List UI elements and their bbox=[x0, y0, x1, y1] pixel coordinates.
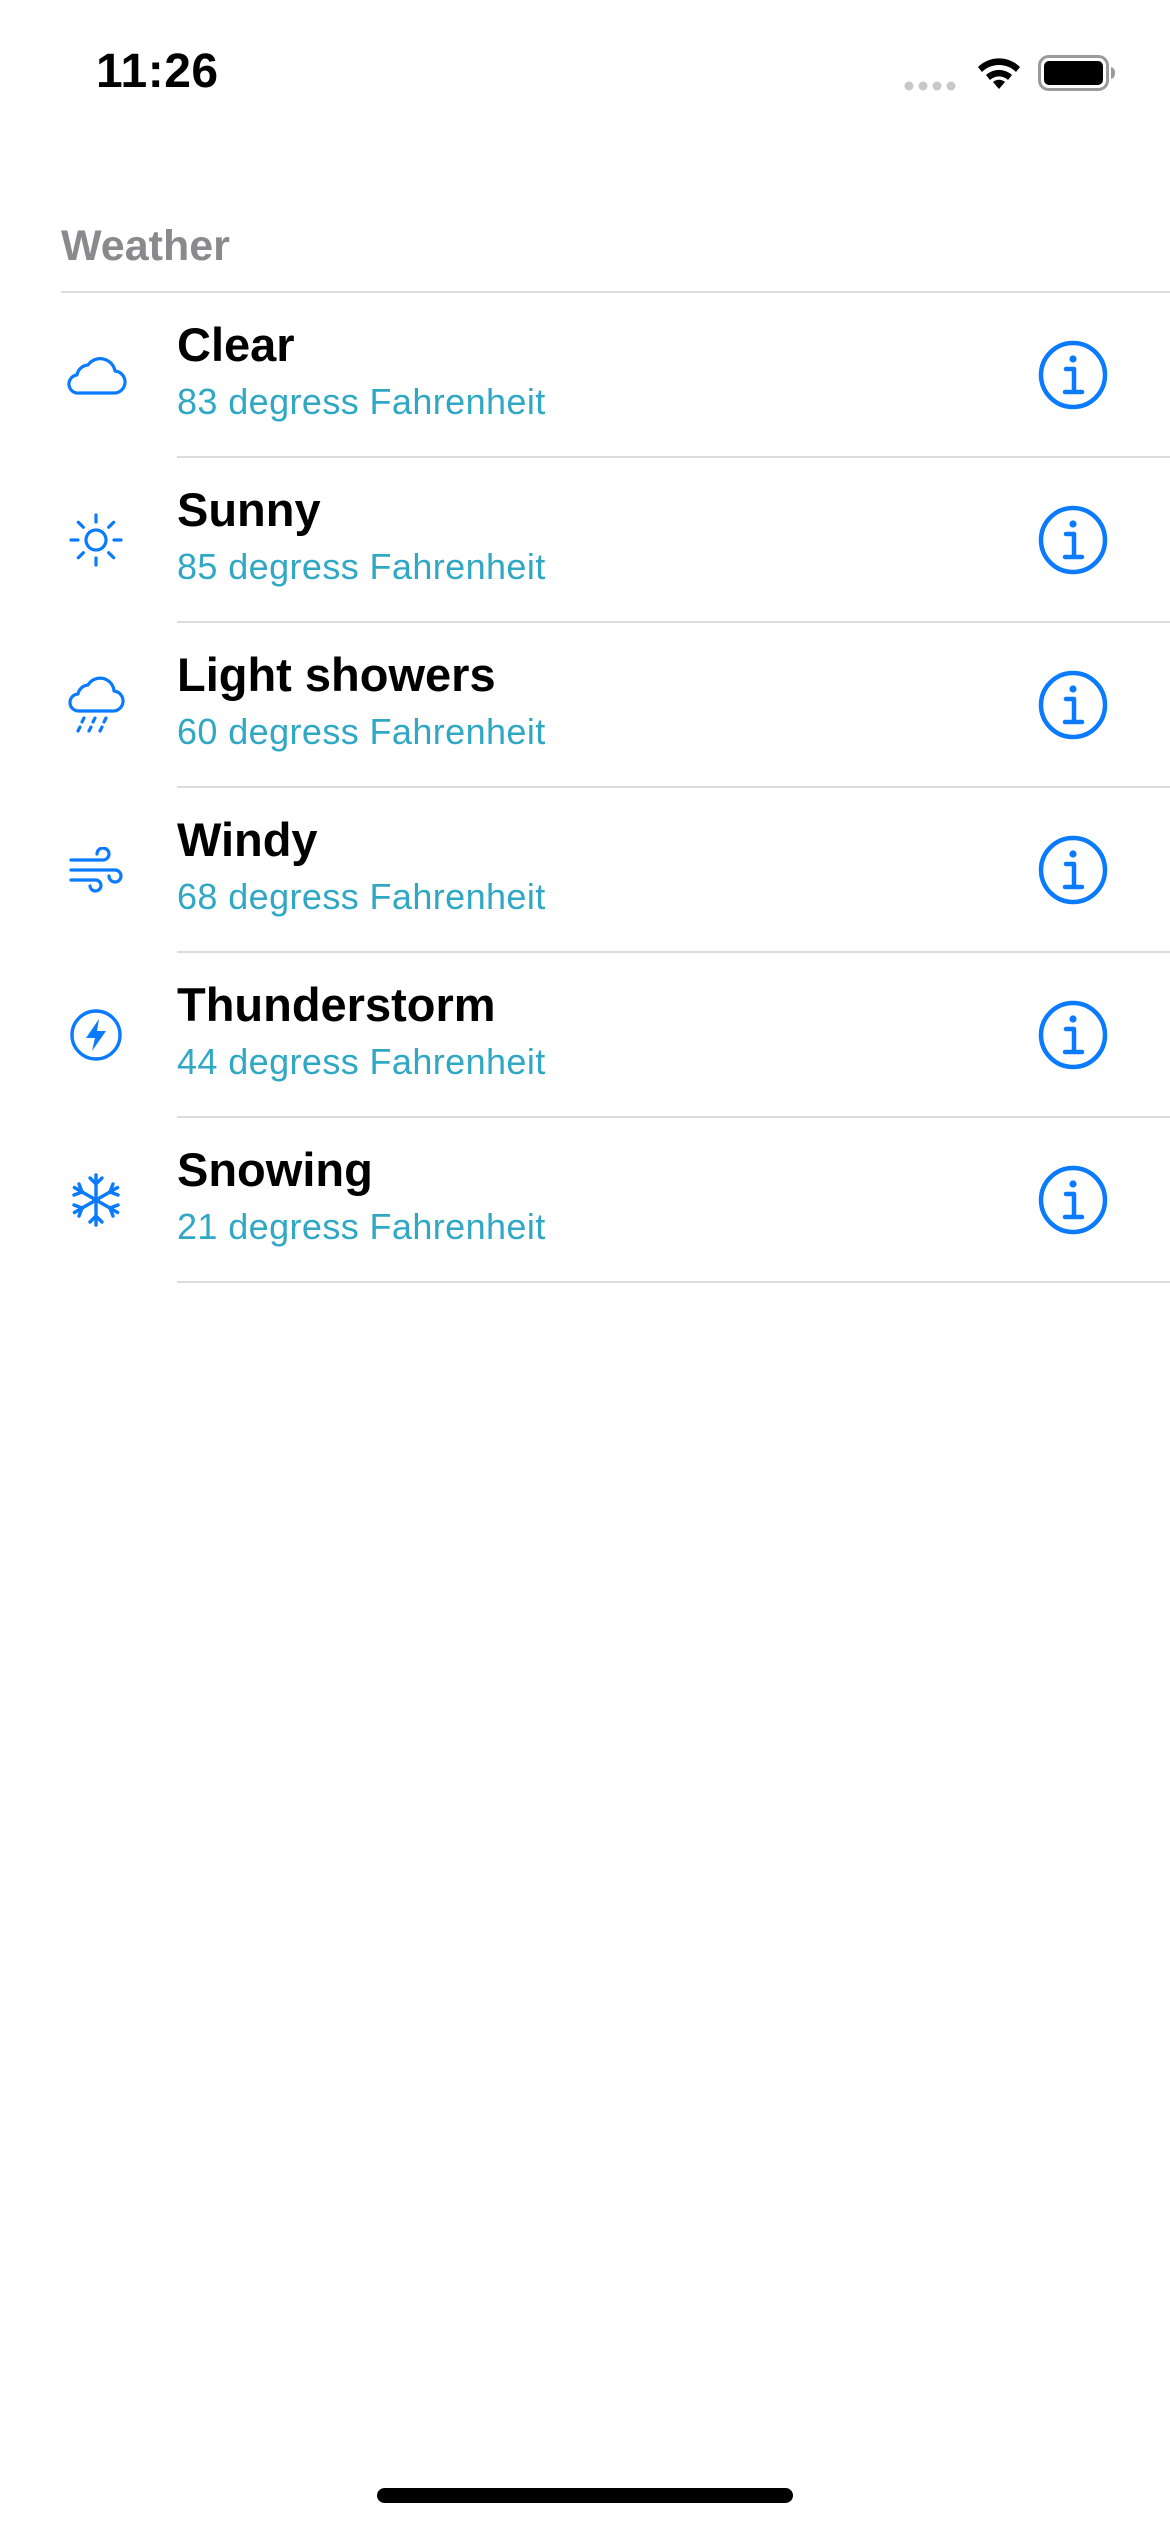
list-item[interactable]: Light showers 60 degress Fahrenheit bbox=[0, 623, 1170, 788]
weather-temperature: 85 degress Fahrenheit bbox=[177, 546, 546, 587]
weather-list: Clear 83 degress Fahrenheit Sunny 85 deg… bbox=[0, 293, 1170, 1283]
list-item[interactable]: Windy 68 degress Fahrenheit bbox=[0, 788, 1170, 953]
wind-icon bbox=[62, 838, 130, 902]
info-icon[interactable] bbox=[1037, 834, 1109, 906]
home-indicator[interactable] bbox=[377, 2488, 793, 2503]
section-header: Weather bbox=[61, 222, 230, 270]
weather-temperature: 21 degress Fahrenheit bbox=[177, 1206, 546, 1247]
weather-title: Light showers bbox=[177, 648, 496, 701]
cloud-drizzle-icon bbox=[62, 673, 130, 737]
list-item[interactable]: Thunderstorm 44 degress Fahrenheit bbox=[0, 953, 1170, 1118]
weather-title: Clear bbox=[177, 318, 295, 371]
weather-temperature: 83 degress Fahrenheit bbox=[177, 381, 546, 422]
weather-title: Snowing bbox=[177, 1143, 373, 1196]
info-icon[interactable] bbox=[1037, 1164, 1109, 1236]
sun-icon bbox=[62, 508, 130, 572]
cellular-signal-icon bbox=[904, 81, 956, 91]
status-time: 11:26 bbox=[96, 45, 219, 98]
status-bar: 11:26 bbox=[0, 0, 1170, 150]
weather-title: Sunny bbox=[177, 483, 321, 536]
bolt-circle-icon bbox=[62, 1003, 130, 1067]
battery-icon bbox=[1038, 55, 1115, 91]
snowflake-icon bbox=[62, 1168, 130, 1232]
info-icon[interactable] bbox=[1037, 669, 1109, 741]
list-item[interactable]: Sunny 85 degress Fahrenheit bbox=[0, 458, 1170, 623]
cloud-icon bbox=[62, 343, 130, 407]
weather-temperature: 60 degress Fahrenheit bbox=[177, 711, 546, 752]
weather-temperature: 68 degress Fahrenheit bbox=[177, 876, 546, 917]
list-item[interactable]: Snowing 21 degress Fahrenheit bbox=[0, 1118, 1170, 1283]
info-icon[interactable] bbox=[1037, 504, 1109, 576]
row-divider bbox=[177, 1281, 1170, 1283]
list-item[interactable]: Clear 83 degress Fahrenheit bbox=[0, 293, 1170, 458]
info-icon[interactable] bbox=[1037, 339, 1109, 411]
weather-title: Windy bbox=[177, 813, 318, 866]
weather-temperature: 44 degress Fahrenheit bbox=[177, 1041, 546, 1082]
info-icon[interactable] bbox=[1037, 999, 1109, 1071]
wifi-icon bbox=[978, 58, 1020, 89]
weather-title: Thunderstorm bbox=[177, 978, 496, 1031]
